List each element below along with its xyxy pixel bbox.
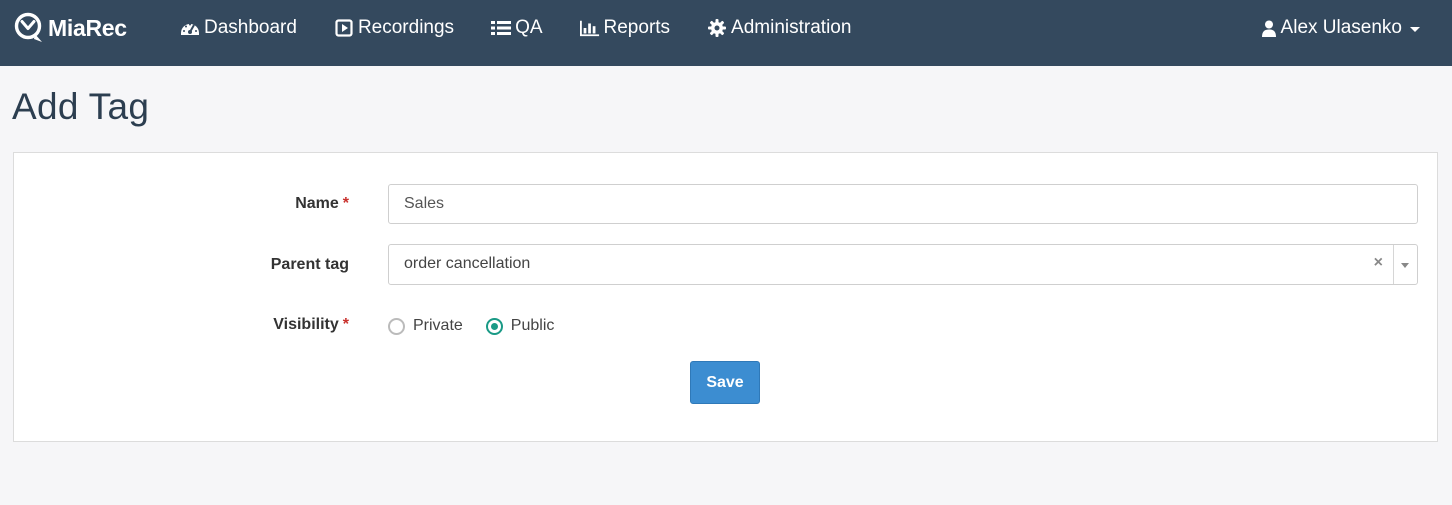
parent-tag-label: Parent tag — [270, 256, 349, 273]
chevron-down-icon — [1410, 26, 1420, 32]
add-tag-form: Name* Parent tag order cancellation × Vi… — [13, 152, 1438, 442]
name-label-text: Name — [295, 195, 339, 212]
brand-name: MiaRec — [48, 14, 127, 41]
list-icon — [491, 18, 512, 38]
radio-label-public: Public — [510, 317, 555, 334]
user-icon — [1261, 19, 1277, 37]
required-marker: * — [342, 316, 349, 333]
name-input[interactable] — [388, 184, 1418, 224]
page-title: Add Tag — [12, 86, 150, 127]
dashboard-icon — [180, 18, 200, 38]
visibility-option-public[interactable]: Public — [485, 317, 555, 335]
radio-label-private: Private — [413, 317, 463, 334]
radio-private[interactable] — [388, 317, 405, 335]
name-row: Name * — [14, 184, 1437, 226]
miarec-logo-icon — [14, 12, 44, 44]
gear-icon — [707, 18, 727, 38]
user-name: Alex Ulasenko — [1280, 17, 1402, 38]
main-nav: Dashboard Recordings QA Reports Administ… — [180, 0, 888, 56]
top-navbar: MiaRec Dashboard Recordings QA Reports A… — [0, 0, 1452, 66]
nav-item-recordings[interactable]: Recordings — [334, 17, 454, 39]
save-button[interactable]: Save — [690, 361, 760, 404]
nav-item-dashboard[interactable]: Dashboard — [180, 17, 297, 39]
visibility-label-text: Visibility — [273, 316, 339, 333]
nav-item-label: QA — [515, 17, 543, 38]
required-marker: * — [342, 195, 349, 212]
nav-item-label: Recordings — [357, 17, 455, 38]
select-divider — [1393, 245, 1394, 284]
nav-item-label: Reports — [603, 17, 671, 38]
dropdown-arrow-icon[interactable] — [1401, 263, 1409, 268]
name-label: Name * — [295, 195, 349, 213]
brand-logo[interactable]: MiaRec — [14, 10, 127, 46]
nav-item-administration[interactable]: Administration — [707, 17, 851, 39]
nav-item-qa[interactable]: QA — [491, 17, 543, 39]
play-square-icon — [334, 18, 354, 38]
bar-chart-icon — [579, 18, 600, 38]
user-menu[interactable]: Alex Ulasenko — [1261, 0, 1420, 56]
nav-item-label: Dashboard — [204, 17, 297, 38]
clear-icon[interactable]: × — [1374, 254, 1383, 272]
parent-tag-select[interactable]: order cancellation × — [388, 244, 1418, 285]
visibility-row: Visibility * Private Public — [14, 313, 1437, 343]
nav-item-reports[interactable]: Reports — [579, 17, 671, 39]
visibility-option-private[interactable]: Private — [388, 317, 463, 335]
visibility-radio-group: Private Public — [388, 317, 577, 335]
parent-tag-selected-value: order cancellation — [404, 255, 531, 272]
parent-tag-row: Parent tag order cancellation × — [14, 244, 1437, 286]
radio-public[interactable] — [485, 317, 503, 335]
nav-item-label: Administration — [731, 17, 852, 38]
visibility-label: Visibility * — [273, 316, 349, 334]
